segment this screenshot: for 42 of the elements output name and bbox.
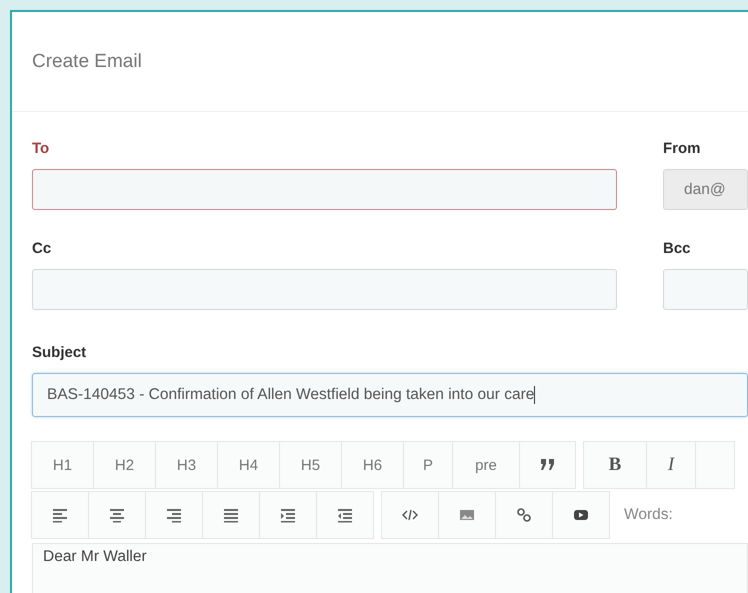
image-button[interactable] — [438, 491, 496, 539]
input-field[interactable] — [32, 169, 617, 210]
align-right-button[interactable] — [145, 491, 203, 539]
field-label: From — [663, 140, 702, 157]
quote-button[interactable] — [519, 441, 576, 489]
input-field[interactable] — [663, 269, 748, 310]
editor-area[interactable]: Dear Mr Waller — [32, 543, 748, 593]
input-field[interactable]: BAS-140453 - Confirmation of Allen Westfield being taken into our care — [32, 373, 748, 417]
align-left-icon — [52, 507, 68, 523]
align-center-button[interactable] — [88, 491, 146, 539]
align-center-icon — [109, 507, 125, 523]
field-label: To — [32, 140, 50, 157]
justify-icon — [223, 507, 239, 523]
input-field[interactable] — [32, 269, 617, 310]
outdent-button[interactable] — [316, 491, 374, 539]
field-label: Subject — [32, 344, 88, 361]
format-button[interactable]: H6 — [341, 441, 404, 489]
format-button[interactable]: H2 — [93, 441, 156, 489]
link-icon — [516, 507, 532, 523]
dialog-title: Create Email — [32, 50, 142, 72]
format-button[interactable]: pre — [452, 441, 520, 489]
quote-icon — [540, 457, 556, 473]
indent-button[interactable] — [259, 491, 317, 539]
format-button[interactable]: H1 — [31, 441, 94, 489]
field-label: Bcc — [663, 240, 692, 257]
indent-icon — [280, 507, 296, 523]
field-label: Cc — [32, 240, 52, 257]
bold-button[interactable]: B — [583, 441, 647, 489]
align-left-button[interactable] — [31, 491, 89, 539]
format-button[interactable]: H5 — [279, 441, 342, 489]
video-icon — [573, 507, 589, 523]
outdent-icon — [337, 507, 353, 523]
video-button[interactable] — [552, 491, 610, 539]
format-button[interactable]: H3 — [155, 441, 218, 489]
format-button[interactable]: H4 — [217, 441, 280, 489]
format-button[interactable]: P — [403, 441, 453, 489]
word-count: Words: — [624, 506, 673, 524]
align-right-icon — [166, 507, 182, 523]
code-icon — [402, 507, 418, 523]
italic-button[interactable]: I — [646, 441, 696, 489]
image-icon — [459, 507, 475, 523]
justify-button[interactable] — [202, 491, 260, 539]
